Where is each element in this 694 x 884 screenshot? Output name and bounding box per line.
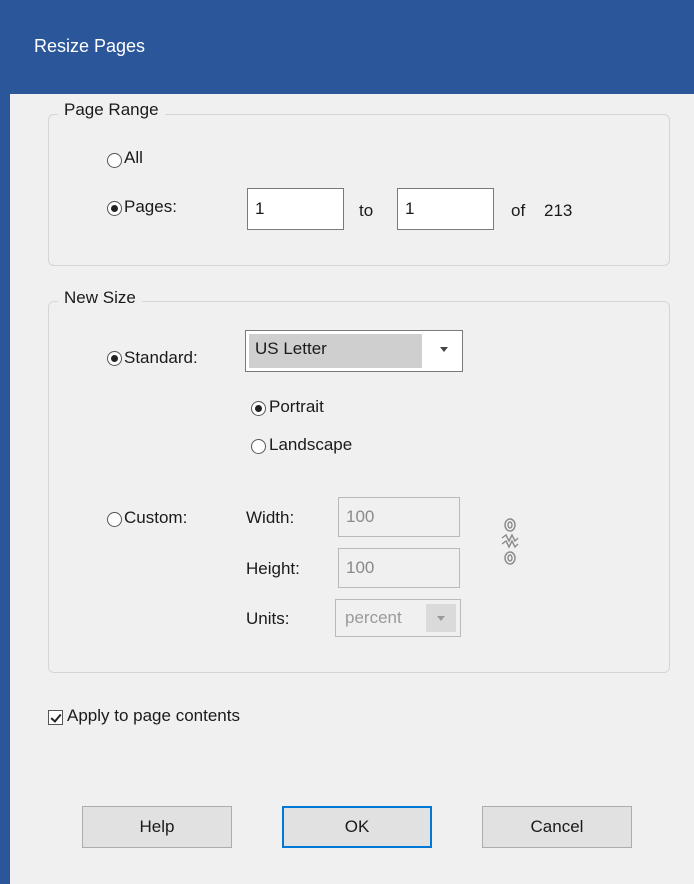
to-page-input[interactable]	[397, 188, 494, 230]
page-range-group	[48, 114, 670, 266]
checkmark-icon	[50, 711, 62, 723]
to-label: to	[359, 201, 374, 220]
dialog-body: Page Range All Pages: to of 213 New Size…	[10, 94, 694, 884]
new-size-legend: New Size	[58, 288, 142, 308]
standard-size-value: US Letter	[249, 334, 422, 368]
standard-size-select[interactable]: US Letter	[245, 330, 463, 372]
all-pages-label: All	[124, 148, 143, 167]
custom-radio[interactable]	[107, 512, 122, 527]
height-label: Height:	[246, 559, 300, 578]
apply-contents-checkbox[interactable]	[48, 710, 63, 725]
portrait-radio[interactable]	[251, 401, 266, 416]
units-select[interactable]: percent	[335, 599, 461, 637]
chevron-down-icon	[426, 604, 456, 632]
of-label: of	[511, 201, 526, 220]
landscape-label: Landscape	[269, 435, 353, 454]
dialog-title: Resize Pages	[34, 36, 146, 56]
standard-label: Standard:	[124, 348, 198, 367]
pages-label: Pages:	[124, 197, 177, 216]
pages-radio[interactable]	[107, 201, 122, 216]
help-button[interactable]: Help	[82, 806, 232, 848]
total-pages: 213	[544, 201, 573, 220]
portrait-label: Portrait	[269, 397, 324, 416]
units-label: Units:	[246, 609, 290, 628]
height-input[interactable]	[338, 548, 460, 588]
units-value: percent	[345, 608, 402, 627]
landscape-radio[interactable]	[251, 439, 266, 454]
standard-radio[interactable]	[107, 351, 122, 366]
chain-link-icon[interactable]	[498, 516, 522, 568]
ok-button[interactable]: OK	[282, 806, 432, 848]
apply-contents-label: Apply to page contents	[67, 706, 240, 725]
custom-label: Custom:	[124, 508, 188, 527]
page-range-legend: Page Range	[58, 100, 165, 120]
width-input[interactable]	[338, 497, 460, 537]
chevron-down-icon	[440, 347, 448, 352]
title-bar: Resize Pages	[0, 0, 694, 94]
width-label: Width:	[246, 508, 295, 527]
all-pages-radio[interactable]	[107, 153, 122, 168]
cancel-button[interactable]: Cancel	[482, 806, 632, 848]
from-page-input[interactable]	[247, 188, 344, 230]
